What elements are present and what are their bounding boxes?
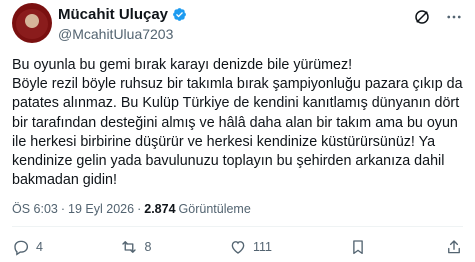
reply-icon <box>14 240 29 256</box>
views-count[interactable]: 2.874 <box>144 202 175 216</box>
more-icon[interactable] <box>445 8 463 26</box>
grok-icon[interactable] <box>413 8 431 26</box>
share-icon <box>448 240 460 254</box>
heart-icon <box>231 241 245 254</box>
tweet-meta: ÖS 6:03 · 19 Eyl 2026 · 2.874 Görüntülem… <box>12 202 251 216</box>
verified-badge-icon <box>173 8 186 21</box>
avatar[interactable] <box>12 3 52 43</box>
meta-separator: · <box>60 202 66 216</box>
reply-count: 4 <box>36 240 43 254</box>
meta-separator: · <box>137 202 142 216</box>
like-button[interactable]: 111 <box>229 238 272 256</box>
divider <box>12 226 463 227</box>
header-actions <box>413 8 463 26</box>
reply-button[interactable]: 4 <box>12 238 43 256</box>
repost-button[interactable]: 8 <box>120 238 151 256</box>
tweet-date[interactable]: 19 Eyl 2026 <box>68 202 134 216</box>
views-label: Görüntüleme <box>178 202 251 216</box>
author-name-row: Mücahit Uluçay <box>58 6 187 23</box>
repost-count: 8 <box>144 240 152 254</box>
like-count: 111 <box>252 240 272 254</box>
bookmark-icon <box>353 240 364 255</box>
author-handle[interactable]: @McahitUlua7203 <box>58 26 173 42</box>
share-button[interactable] <box>445 238 463 256</box>
repost-icon <box>122 241 137 253</box>
tweet-text: Bu oyunla bu gemi bırak karayı denizde b… <box>12 57 463 189</box>
display-name[interactable]: Mücahit Uluçay <box>58 6 168 23</box>
tweet-time[interactable]: ÖS 6:03 <box>12 202 58 216</box>
bookmark-button[interactable] <box>349 238 367 256</box>
action-bar: 4 8 111 <box>12 237 463 257</box>
